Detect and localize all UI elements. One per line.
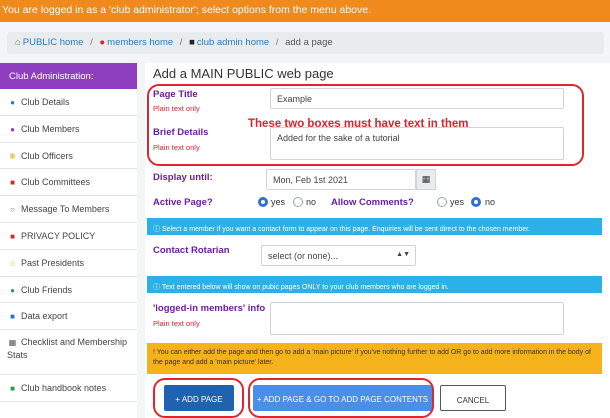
sidebar-item-privacy-policy[interactable]: ■ PRIVACY POLICY [0, 223, 137, 250]
contact-info-banner: ⓘ Select a member if you want a contact … [147, 218, 602, 235]
display-until-input[interactable]: Mon, Feb 1st 2021 [266, 169, 416, 190]
bank-icon: ■ [189, 37, 195, 48]
warning-icon: ! [153, 349, 155, 356]
star-icon: ☆ [8, 258, 17, 268]
active-yes-label: yes [271, 197, 286, 207]
lock-icon: ■ [10, 231, 15, 241]
breadcrumb-current: add a page [285, 37, 333, 48]
active-page-label: Active Page? [153, 197, 213, 208]
chart-icon: ▦ [8, 338, 17, 348]
breadcrumb-public-home[interactable]: PUBLIC home [23, 37, 84, 48]
sidebar-item-data-export[interactable]: ■ Data export [0, 303, 137, 331]
display-until-label: Display until: [153, 172, 213, 183]
sidebar-item-club-members[interactable]: ● Club Members [0, 116, 137, 143]
sidebar-item-handbook[interactable]: ■ Club handbook notes [0, 375, 137, 402]
sidebar-title: Club Administration: [0, 63, 137, 89]
gear-icon: ❋ [9, 151, 16, 161]
sidebar-item-past-presidents[interactable]: ☆ Past Presidents [0, 250, 137, 277]
committee-icon: ■ [10, 178, 15, 188]
info-icon: ● [10, 98, 15, 107]
loggedin-info-hint: Plain text only [153, 319, 200, 328]
page-title: Add a MAIN PUBLIC web page [153, 66, 334, 81]
active-yes-radio[interactable] [258, 197, 268, 207]
members-info-banner: ⓘ Text entered below will show on pubic … [147, 276, 602, 293]
user-icon: ● [99, 37, 106, 48]
login-status-bar: You are logged in as a 'club administrat… [0, 0, 610, 22]
contact-rotarian-select[interactable]: select (or none)... ▲▼ [261, 245, 416, 266]
annotation-outline-inputs [147, 84, 584, 166]
allow-comments-label: Allow Comments? [331, 197, 414, 208]
comments-yes-label: yes [450, 197, 465, 207]
sidebar-item-checklist[interactable]: ▦ Checklist and Membership Stats [0, 330, 137, 376]
admin-sidebar: Club Administration: ● Club Details ● Club… [0, 63, 137, 418]
breadcrumb-members-home[interactable]: members home [107, 37, 173, 48]
loggedin-info-textarea[interactable] [270, 302, 564, 335]
home-icon: ⌂ [15, 37, 21, 48]
sidebar-item-club-friends[interactable]: ● Club Friends [0, 277, 137, 304]
loggedin-info-label: 'logged-in members' info [153, 303, 266, 314]
friends-icon: ● [10, 285, 15, 295]
active-no-label: no [306, 197, 317, 207]
cancel-button[interactable]: CANCEL [440, 385, 506, 411]
sidebar-item-club-details[interactable]: ● Club Details [0, 89, 137, 116]
sidebar-item-club-officers[interactable]: ❋ Club Officers [0, 143, 137, 170]
sidebar-item-message-to-members[interactable]: ○ Message To Members [0, 196, 137, 223]
comments-yes-radio[interactable] [437, 197, 447, 207]
breadcrumb: ⌂ PUBLIC home / ● members home / ■ club adm… [7, 32, 604, 54]
comments-no-radio[interactable] [471, 197, 481, 207]
login-status-text: You are logged in as a 'club administrat… [2, 4, 372, 16]
annotation-outline-add-page [153, 378, 244, 418]
chat-icon: ○ [10, 205, 15, 215]
comments-no-label: no [485, 197, 496, 207]
users-icon: ● [10, 124, 15, 134]
breadcrumb-club-admin-home[interactable]: club admin home [197, 37, 269, 48]
contact-rotarian-label: Contact Rotarian [153, 245, 230, 256]
add-page-warning: ! You can either add the page and then g… [147, 343, 602, 374]
export-icon: ■ [10, 312, 15, 322]
annotation-outline-add-go [248, 378, 434, 418]
info-icon: ⓘ [153, 284, 160, 291]
chevron-updown-icon: ▲▼ [396, 251, 410, 258]
calendar-icon[interactable]: ▦ [416, 169, 436, 190]
book-icon: ■ [10, 384, 15, 394]
active-no-radio[interactable] [293, 197, 303, 207]
info-icon: ⓘ [153, 226, 160, 233]
sidebar-item-club-committees[interactable]: ■ Club Committees [0, 169, 137, 197]
